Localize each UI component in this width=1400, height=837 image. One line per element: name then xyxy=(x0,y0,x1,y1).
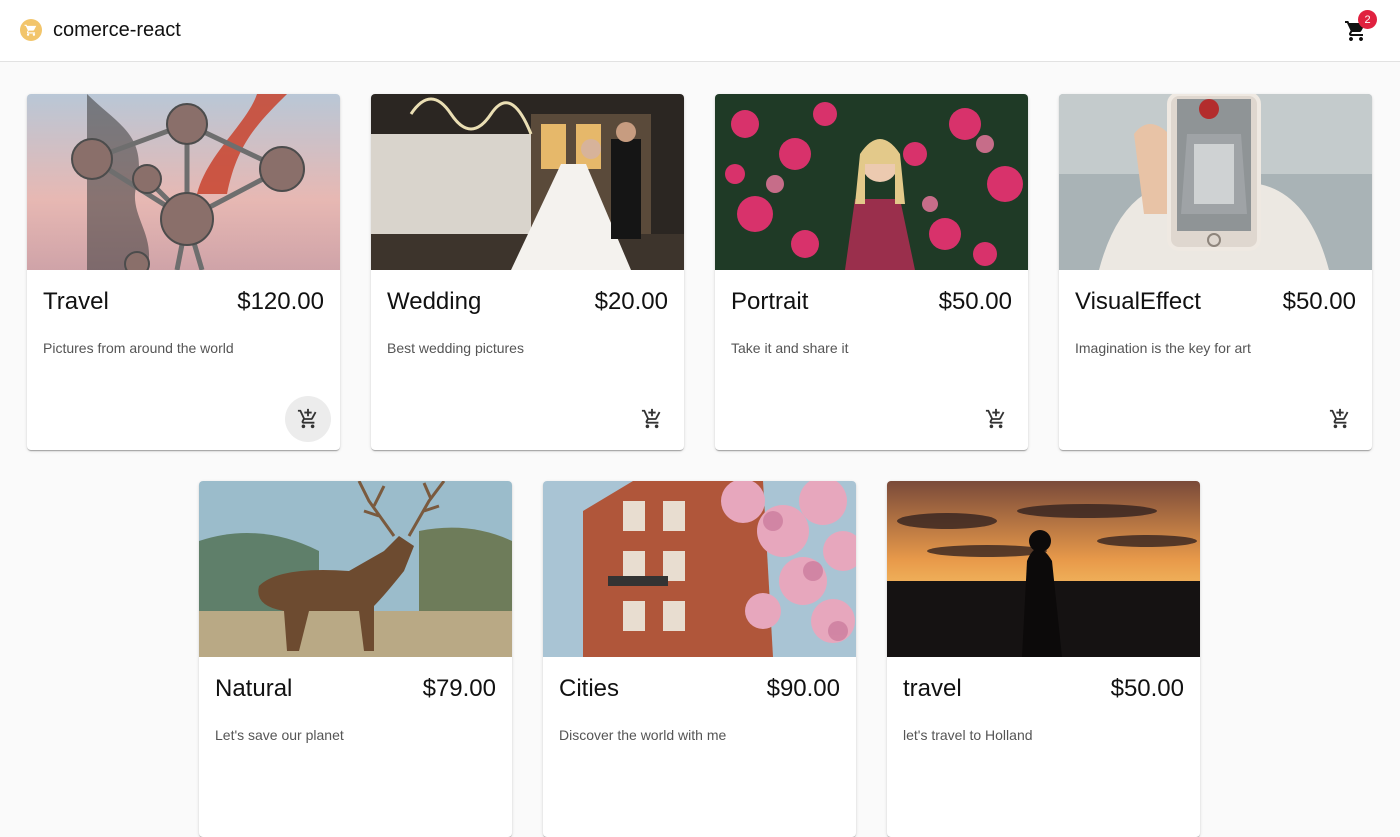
product-card: Wedding $20.00 Best wedding pictures xyxy=(371,94,684,450)
product-description: Let's save our planet xyxy=(215,727,344,743)
product-title: travel xyxy=(903,675,962,702)
product-description: Take it and share it xyxy=(731,340,849,356)
product-image xyxy=(887,481,1200,657)
product-card: Natural $79.00 Let's save our planet xyxy=(199,481,512,837)
product-price: $50.00 xyxy=(938,288,1012,315)
product-image xyxy=(715,94,1028,270)
product-image xyxy=(371,94,684,270)
brand[interactable]: comerce-react xyxy=(20,18,181,42)
product-price: $50.00 xyxy=(1110,675,1184,702)
product-price: $90.00 xyxy=(766,675,840,702)
product-card: travel $50.00 let's travel to Holland xyxy=(887,481,1200,837)
product-description: Imagination is the key for art xyxy=(1075,340,1251,356)
product-image xyxy=(27,94,340,270)
product-price: $50.00 xyxy=(1282,288,1356,315)
product-card: Cities $90.00 Discover the world with me xyxy=(543,481,856,837)
add-to-cart-button[interactable] xyxy=(1317,396,1363,442)
app-title: comerce-react xyxy=(53,19,181,41)
add-shopping-cart-icon xyxy=(985,408,1005,429)
add-to-cart-button[interactable] xyxy=(973,396,1019,442)
product-description: Pictures from around the world xyxy=(43,340,234,356)
product-card: Portrait $50.00 Take it and share it xyxy=(715,94,1028,450)
product-description: Best wedding pictures xyxy=(387,340,524,356)
product-price: $20.00 xyxy=(594,288,668,315)
add-to-cart-button[interactable] xyxy=(285,396,331,442)
add-to-cart-button[interactable] xyxy=(629,396,675,442)
product-image xyxy=(199,481,512,657)
cart-count-badge: 2 xyxy=(1358,10,1377,29)
product-title: Portrait xyxy=(731,288,809,315)
product-price: $79.00 xyxy=(422,675,496,702)
product-card: Travel $120.00 Pictures from around the … xyxy=(27,94,340,450)
product-title: Wedding xyxy=(387,288,482,315)
product-title: Natural xyxy=(215,675,293,702)
product-price: $120.00 xyxy=(237,288,324,315)
shop-logo-icon xyxy=(20,19,42,41)
product-title: VisualEffect xyxy=(1075,288,1201,315)
add-shopping-cart-icon xyxy=(641,408,661,429)
product-description: Discover the world with me xyxy=(559,727,727,743)
add-shopping-cart-icon xyxy=(297,408,317,429)
product-title: Travel xyxy=(43,288,109,315)
product-image xyxy=(543,481,856,657)
add-shopping-cart-icon xyxy=(1329,408,1349,429)
app-bar: comerce-react 2 xyxy=(0,0,1400,62)
product-description: let's travel to Holland xyxy=(903,727,1033,743)
product-card: VisualEffect $50.00 Imagination is the k… xyxy=(1059,94,1372,450)
product-title: Cities xyxy=(559,675,620,702)
product-image xyxy=(1059,94,1372,270)
